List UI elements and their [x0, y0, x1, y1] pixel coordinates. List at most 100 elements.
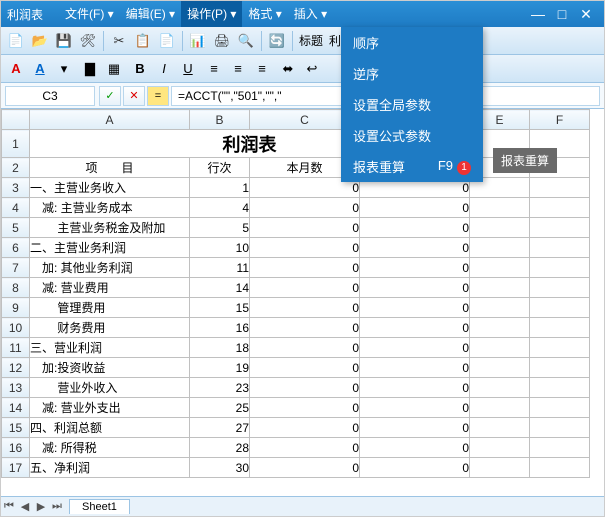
- row-header[interactable]: 13: [2, 378, 30, 398]
- dropdown-item-1[interactable]: 逆序: [341, 58, 483, 89]
- data-cell[interactable]: 0: [360, 398, 470, 418]
- data-cell[interactable]: 0: [360, 438, 470, 458]
- data-cell[interactable]: 营业外收入: [30, 378, 190, 398]
- row-header[interactable]: 4: [2, 198, 30, 218]
- col-header[interactable]: F: [530, 110, 590, 130]
- data-cell[interactable]: 0: [250, 398, 360, 418]
- menu-1[interactable]: 编辑(E) ▾: [120, 1, 181, 27]
- menu-2[interactable]: 操作(P) ▾: [181, 1, 242, 27]
- maximize-button[interactable]: □: [550, 6, 574, 22]
- tools-icon[interactable]: 🛠: [77, 30, 99, 52]
- dropdown-icon[interactable]: ▾: [53, 58, 75, 80]
- data-cell[interactable]: 减: 所得税: [30, 438, 190, 458]
- cell-name-box[interactable]: C3: [5, 86, 95, 106]
- tab-last-icon[interactable]: ⏭: [49, 500, 65, 513]
- align-center-icon[interactable]: ≡: [227, 58, 249, 80]
- formula-eq-icon[interactable]: =: [147, 86, 169, 106]
- underline-icon[interactable]: U: [177, 58, 199, 80]
- col-header[interactable]: B: [190, 110, 250, 130]
- data-cell[interactable]: 0: [360, 298, 470, 318]
- dropdown-item-2[interactable]: 设置全局参数: [341, 89, 483, 120]
- chart-icon[interactable]: 📊: [187, 30, 209, 52]
- data-cell[interactable]: 主营业务税金及附加: [30, 218, 190, 238]
- menu-3[interactable]: 格式 ▾: [242, 1, 287, 27]
- data-cell[interactable]: 0: [250, 278, 360, 298]
- menu-4[interactable]: 插入 ▾: [288, 1, 333, 27]
- data-cell[interactable]: 0: [360, 238, 470, 258]
- paste-icon[interactable]: 📄: [156, 30, 178, 52]
- fillcolor-icon[interactable]: ▇: [79, 58, 101, 80]
- data-cell[interactable]: 15: [190, 298, 250, 318]
- formula-cancel-icon[interactable]: ✕: [123, 86, 145, 106]
- data-cell[interactable]: 二、主营业务利润: [30, 238, 190, 258]
- dropdown-item-3[interactable]: 设置公式参数: [341, 120, 483, 151]
- data-cell[interactable]: 0: [250, 358, 360, 378]
- data-cell[interactable]: 0: [250, 318, 360, 338]
- bold-icon[interactable]: B: [129, 58, 151, 80]
- data-cell[interactable]: 0: [250, 338, 360, 358]
- data-cell[interactable]: 30: [190, 458, 250, 478]
- data-cell[interactable]: 0: [360, 218, 470, 238]
- data-cell[interactable]: 0: [360, 418, 470, 438]
- data-cell[interactable]: 管理费用: [30, 298, 190, 318]
- data-cell[interactable]: 0: [360, 278, 470, 298]
- tab-first-icon[interactable]: ⏮: [1, 500, 17, 513]
- row-header[interactable]: 16: [2, 438, 30, 458]
- data-cell[interactable]: 23: [190, 378, 250, 398]
- border-icon[interactable]: ▦: [103, 58, 125, 80]
- row-header[interactable]: 5: [2, 218, 30, 238]
- tab-next-icon[interactable]: ▶: [33, 500, 49, 513]
- data-cell[interactable]: 减: 营业外支出: [30, 398, 190, 418]
- data-cell[interactable]: 减: 营业费用: [30, 278, 190, 298]
- row-header[interactable]: 7: [2, 258, 30, 278]
- fontcolor-a-icon[interactable]: A: [5, 58, 27, 80]
- data-cell[interactable]: 10: [190, 238, 250, 258]
- new-icon[interactable]: 📄: [5, 30, 27, 52]
- data-cell[interactable]: 4: [190, 198, 250, 218]
- data-cell[interactable]: 14: [190, 278, 250, 298]
- row-header[interactable]: 14: [2, 398, 30, 418]
- formula-confirm-icon[interactable]: ✓: [99, 86, 121, 106]
- data-cell[interactable]: 19: [190, 358, 250, 378]
- dropdown-item-4[interactable]: 报表重算F91: [341, 151, 483, 182]
- data-cell[interactable]: 0: [250, 378, 360, 398]
- data-cell[interactable]: 5: [190, 218, 250, 238]
- data-cell[interactable]: 0: [360, 358, 470, 378]
- data-cell[interactable]: 0: [360, 318, 470, 338]
- data-cell[interactable]: 27: [190, 418, 250, 438]
- row-header[interactable]: 3: [2, 178, 30, 198]
- data-cell[interactable]: 0: [250, 458, 360, 478]
- data-cell[interactable]: 18: [190, 338, 250, 358]
- data-cell[interactable]: 11: [190, 258, 250, 278]
- data-cell[interactable]: 0: [250, 258, 360, 278]
- data-cell[interactable]: 0: [250, 238, 360, 258]
- refresh-icon[interactable]: 🔄: [266, 30, 288, 52]
- align-right-icon[interactable]: ≡: [251, 58, 273, 80]
- merge-icon[interactable]: ⬌: [277, 58, 299, 80]
- data-cell[interactable]: 16: [190, 318, 250, 338]
- row-header[interactable]: 1: [2, 130, 30, 158]
- data-cell[interactable]: 0: [360, 458, 470, 478]
- save-icon[interactable]: 💾: [53, 30, 75, 52]
- data-cell[interactable]: 0: [360, 198, 470, 218]
- row-header[interactable]: 12: [2, 358, 30, 378]
- data-cell[interactable]: 四、利润总额: [30, 418, 190, 438]
- sheet-tab[interactable]: Sheet1: [69, 499, 130, 514]
- col-header[interactable]: A: [30, 110, 190, 130]
- print-icon[interactable]: 🖨: [211, 30, 233, 52]
- tab-prev-icon[interactable]: ◀: [17, 500, 33, 513]
- data-cell[interactable]: 加: 其他业务利润: [30, 258, 190, 278]
- data-cell[interactable]: 一、主营业务收入: [30, 178, 190, 198]
- minimize-button[interactable]: —: [526, 6, 550, 22]
- data-cell[interactable]: 25: [190, 398, 250, 418]
- row-header[interactable]: 11: [2, 338, 30, 358]
- data-cell[interactable]: 0: [250, 438, 360, 458]
- data-cell[interactable]: 行次: [190, 158, 250, 178]
- wrap-icon[interactable]: ↩: [301, 58, 323, 80]
- data-cell[interactable]: 财务费用: [30, 318, 190, 338]
- dropdown-item-0[interactable]: 顺序: [341, 27, 483, 58]
- data-cell[interactable]: 0: [360, 338, 470, 358]
- data-cell[interactable]: 五、净利润: [30, 458, 190, 478]
- close-button[interactable]: ✕: [574, 6, 598, 23]
- data-cell[interactable]: 三、营业利润: [30, 338, 190, 358]
